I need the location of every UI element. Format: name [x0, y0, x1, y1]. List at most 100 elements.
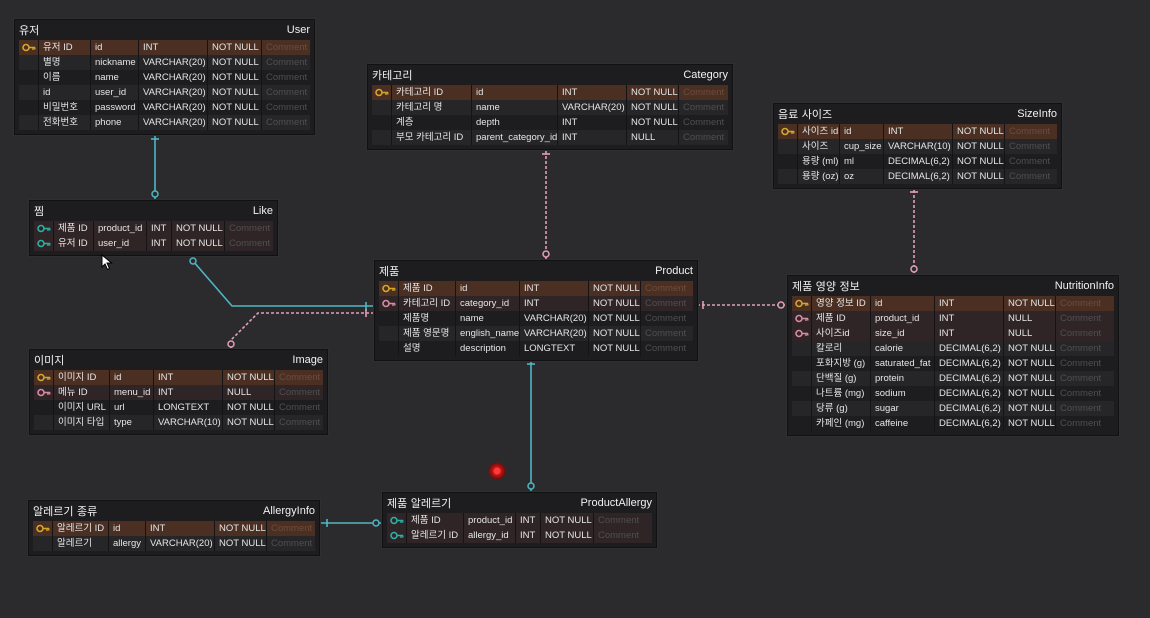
- column-comment[interactable]: Comment: [1005, 169, 1057, 184]
- column-comment[interactable]: Comment: [641, 326, 693, 341]
- column-comment[interactable]: Comment: [1056, 326, 1114, 341]
- column-row[interactable]: 포화지방 (g) saturated_fat DECIMAL(6,2) NOT NUL…: [792, 356, 1114, 371]
- column-row[interactable]: 제품명 name VARCHAR(20) NOT NULL Comment: [379, 311, 693, 326]
- column-comment[interactable]: Comment: [641, 281, 693, 296]
- column-comment[interactable]: Comment: [1005, 154, 1057, 169]
- column-comment[interactable]: Comment: [1056, 371, 1114, 386]
- table-image[interactable]: 이미지 Image 이미지 ID id INT NOT NULL Comment 메뉴 ID m…: [29, 349, 328, 435]
- erd-canvas[interactable]: 유저 User 유저 ID id INT NOT NULL Comment 별명 nicknam…: [0, 0, 1150, 618]
- column-row[interactable]: 알레르기 allergy VARCHAR(20) NOT NULL Comment: [33, 536, 315, 551]
- table-header[interactable]: 알레르기 종류 AllergyInfo: [29, 501, 319, 521]
- relationship-category-product[interactable]: [542, 146, 550, 260]
- column-comment[interactable]: Comment: [1056, 311, 1114, 326]
- column-comment[interactable]: Comment: [225, 221, 273, 236]
- column-row[interactable]: id user_id VARCHAR(20) NOT NULL Comment: [19, 85, 310, 100]
- column-comment[interactable]: Comment: [262, 70, 310, 85]
- column-row[interactable]: 유저 ID id INT NOT NULL Comment: [19, 40, 310, 55]
- column-comment[interactable]: Comment: [679, 85, 728, 100]
- column-row[interactable]: 전화번호 phone VARCHAR(20) NOT NULL Comment: [19, 115, 310, 130]
- table-category[interactable]: 카테고리 Category 카테고리 ID id INT NOT NULL Comment 카…: [367, 64, 733, 150]
- column-comment[interactable]: Comment: [262, 115, 310, 130]
- column-row[interactable]: 비밀번호 password VARCHAR(20) NOT NULL Comment: [19, 100, 310, 115]
- column-row[interactable]: 별명 nickname VARCHAR(20) NOT NULL Comment: [19, 55, 310, 70]
- column-row[interactable]: 영양 정보 ID id INT NOT NULL Comment: [792, 296, 1114, 311]
- column-comment[interactable]: Comment: [267, 536, 315, 551]
- table-header[interactable]: 제품 알레르기 ProductAllergy: [383, 493, 656, 513]
- column-comment[interactable]: Comment: [1056, 296, 1114, 311]
- column-comment[interactable]: Comment: [594, 528, 652, 543]
- column-comment[interactable]: Comment: [679, 100, 728, 115]
- column-row[interactable]: 용량 (oz) oz DECIMAL(6,2) NOT NULL Comment: [778, 169, 1057, 184]
- column-comment[interactable]: Comment: [275, 385, 323, 400]
- column-row[interactable]: 카테고리 ID category_id INT NOT NULL Comment: [379, 296, 693, 311]
- column-row[interactable]: 용량 (ml) ml DECIMAL(6,2) NOT NULL Comment: [778, 154, 1057, 169]
- table-header[interactable]: 유저 User: [15, 20, 314, 40]
- table-product[interactable]: 제품 Product 제품 ID id INT NOT NULL Comment 카테고리 I…: [374, 260, 698, 361]
- column-comment[interactable]: Comment: [275, 370, 323, 385]
- column-row[interactable]: 이미지 ID id INT NOT NULL Comment: [34, 370, 323, 385]
- table-productallergy[interactable]: 제품 알레르기 ProductAllergy 제품 ID product_id INT N…: [382, 492, 657, 548]
- relationship-sizeinfo-nutritioninfo[interactable]: [910, 185, 918, 275]
- table-header[interactable]: 제품 Product: [375, 261, 697, 281]
- column-row[interactable]: 이름 name VARCHAR(20) NOT NULL Comment: [19, 70, 310, 85]
- column-comment[interactable]: Comment: [262, 40, 310, 55]
- column-row[interactable]: 칼로리 calorie DECIMAL(6,2) NOT NULL Comment: [792, 341, 1114, 356]
- column-comment[interactable]: Comment: [275, 400, 323, 415]
- relationship-product-productallergy[interactable]: [527, 357, 535, 492]
- column-row[interactable]: 사이즈id size_id INT NULL Comment: [792, 326, 1114, 341]
- column-comment[interactable]: Comment: [275, 415, 323, 430]
- relationship-product-image[interactable]: [227, 309, 374, 349]
- column-row[interactable]: 제품 ID id INT NOT NULL Comment: [379, 281, 693, 296]
- column-row[interactable]: 당류 (g) sugar DECIMAL(6,2) NOT NULL Comment: [792, 401, 1114, 416]
- table-header[interactable]: 찜 Like: [30, 201, 277, 221]
- column-row[interactable]: 사이즈 cup_size VARCHAR(10) NOT NULL Comment: [778, 139, 1057, 154]
- relationship-allergyinfo-productallergy[interactable]: [321, 519, 382, 527]
- column-row[interactable]: 설명 description LONGTEXT NOT NULL Comment: [379, 341, 693, 356]
- column-row[interactable]: 카테고리 ID id INT NOT NULL Comment: [372, 85, 728, 100]
- column-row[interactable]: 카페인 (mg) caffeine DECIMAL(6,2) NOT NULL Comm…: [792, 416, 1114, 431]
- column-row[interactable]: 계층 depth INT NOT NULL Comment: [372, 115, 728, 130]
- column-comment[interactable]: Comment: [267, 521, 315, 536]
- column-comment[interactable]: Comment: [262, 85, 310, 100]
- column-row[interactable]: 사이즈 id id INT NOT NULL Comment: [778, 124, 1057, 139]
- relationship-product-like[interactable]: [189, 257, 374, 310]
- table-header[interactable]: 음료 사이즈 SizeInfo: [774, 104, 1061, 124]
- column-comment[interactable]: Comment: [1056, 356, 1114, 371]
- relationship-product-nutritioninfo[interactable]: [697, 301, 787, 309]
- column-comment[interactable]: Comment: [1056, 341, 1114, 356]
- column-row[interactable]: 부모 카테고리 ID parent_category_id INT NULL Comme…: [372, 130, 728, 145]
- relationship-user-like[interactable]: [151, 131, 159, 200]
- column-comment[interactable]: Comment: [262, 100, 310, 115]
- column-row[interactable]: 제품 영문명 english_name VARCHAR(20) NOT NULL Com…: [379, 326, 693, 341]
- table-header[interactable]: 이미지 Image: [30, 350, 327, 370]
- table-header[interactable]: 제품 영양 정보 NutritionInfo: [788, 276, 1118, 296]
- column-row[interactable]: 이미지 URL url LONGTEXT NOT NULL Comment: [34, 400, 323, 415]
- column-comment[interactable]: Comment: [679, 115, 728, 130]
- table-header[interactable]: 카테고리 Category: [368, 65, 732, 85]
- column-row[interactable]: 알레르기 ID allergy_id INT NOT NULL Comment: [387, 528, 652, 543]
- column-row[interactable]: 카테고리 명 name VARCHAR(20) NOT NULL Comment: [372, 100, 728, 115]
- column-row[interactable]: 유저 ID user_id INT NOT NULL Comment: [34, 236, 273, 251]
- table-allergyinfo[interactable]: 알레르기 종류 AllergyInfo 알레르기 ID id INT NOT NULL Co…: [28, 500, 320, 556]
- column-row[interactable]: 메뉴 ID menu_id INT NULL Comment: [34, 385, 323, 400]
- table-nutrition[interactable]: 제품 영양 정보 NutritionInfo 영양 정보 ID id INT NOT NU…: [787, 275, 1119, 436]
- column-comment[interactable]: Comment: [641, 296, 693, 311]
- column-row[interactable]: 제품 ID product_id INT NULL Comment: [792, 311, 1114, 326]
- column-row[interactable]: 단백질 (g) protein DECIMAL(6,2) NOT NULL Commen…: [792, 371, 1114, 386]
- table-sizeinfo[interactable]: 음료 사이즈 SizeInfo 사이즈 id id INT NOT NULL Comment…: [773, 103, 1062, 189]
- column-comment[interactable]: Comment: [594, 513, 652, 528]
- column-comment[interactable]: Comment: [262, 55, 310, 70]
- column-row[interactable]: 제품 ID product_id INT NOT NULL Comment: [387, 513, 652, 528]
- column-comment[interactable]: Comment: [641, 341, 693, 356]
- column-row[interactable]: 이미지 타입 type VARCHAR(10) NOT NULL Comment: [34, 415, 323, 430]
- column-comment[interactable]: Comment: [641, 311, 693, 326]
- table-like[interactable]: 찜 Like 제품 ID product_id INT NOT NULL Comment 유저…: [29, 200, 278, 256]
- column-comment[interactable]: Comment: [1005, 139, 1057, 154]
- column-comment[interactable]: Comment: [1005, 124, 1057, 139]
- table-user[interactable]: 유저 User 유저 ID id INT NOT NULL Comment 별명 nicknam…: [14, 19, 315, 135]
- column-comment[interactable]: Comment: [1056, 416, 1114, 431]
- column-row[interactable]: 알레르기 ID id INT NOT NULL Comment: [33, 521, 315, 536]
- column-comment[interactable]: Comment: [679, 130, 728, 145]
- column-comment[interactable]: Comment: [1056, 386, 1114, 401]
- column-comment[interactable]: Comment: [225, 236, 273, 251]
